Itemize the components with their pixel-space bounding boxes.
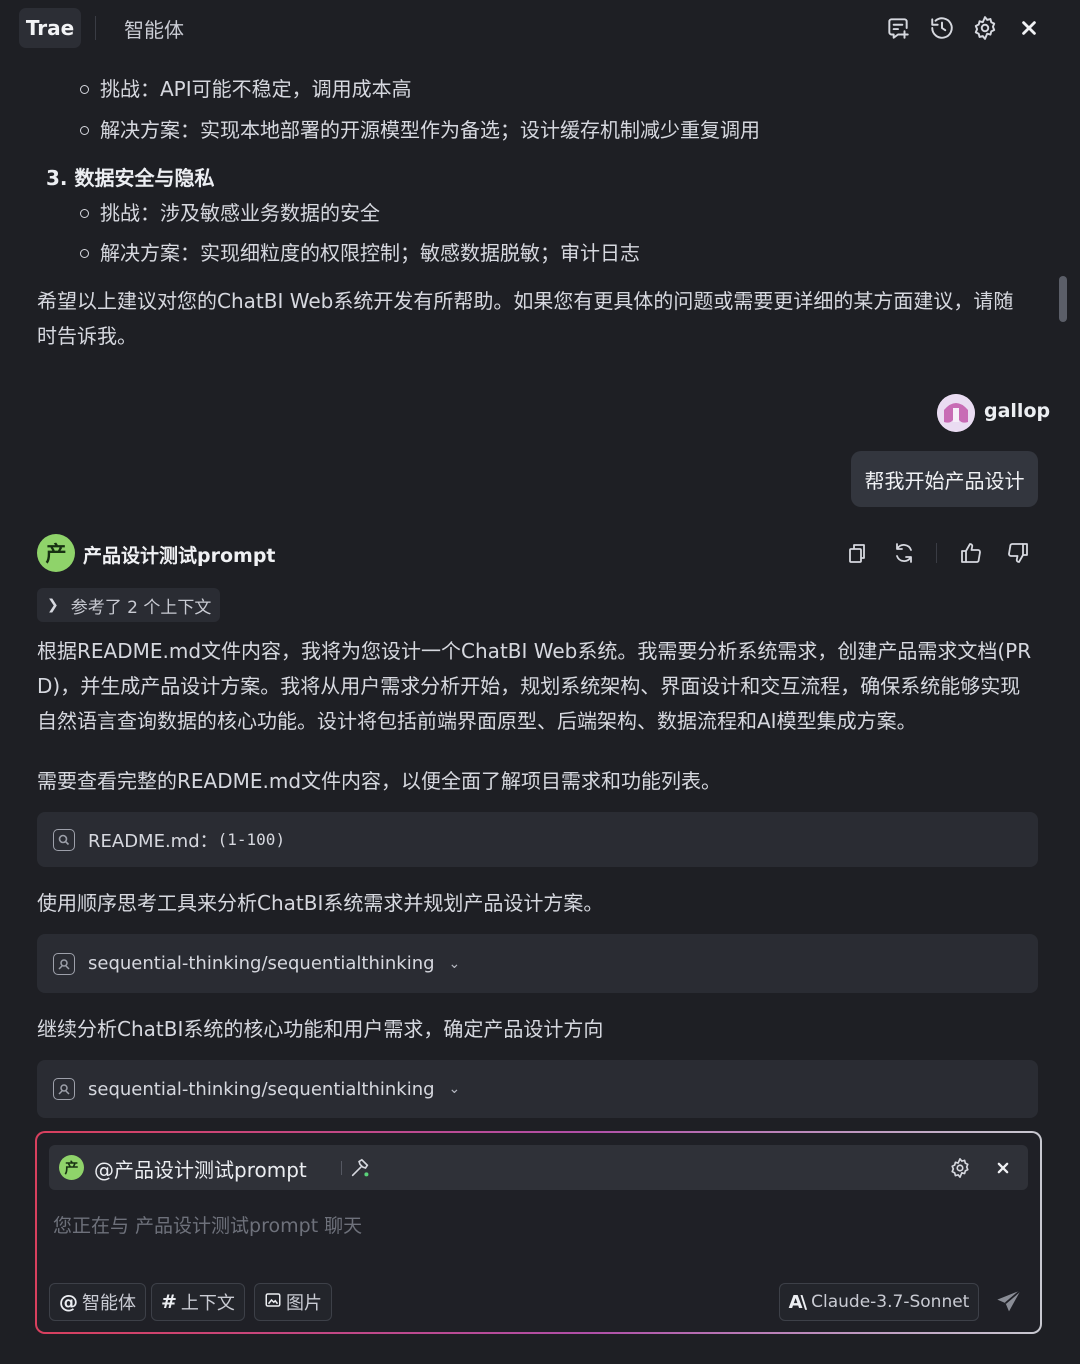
file-name: README.md： (88, 830, 218, 852)
tools-icon[interactable] (347, 1155, 373, 1181)
agent-avatar-small: 产 (59, 1155, 84, 1180)
file-read-block[interactable]: README.md： (1-100) (37, 812, 1038, 867)
item2-challenge: 挑战：API可能不稳定，调用成本高 (100, 77, 412, 101)
scrollbar-thumb[interactable] (1059, 276, 1067, 322)
bullet (80, 126, 89, 135)
search-file-icon (53, 828, 75, 851)
context-reference-label: 参考了 2 个上下文 (70, 597, 212, 618)
tool-call-block[interactable]: sequential-thinking/sequentialthinking ⌄ (37, 934, 1038, 993)
agent-avatar: 产 (37, 534, 75, 572)
regenerate-icon[interactable] (891, 540, 917, 566)
tool-icon (53, 952, 75, 975)
hash-icon: # (161, 1291, 177, 1313)
closing-line-1: 希望以上建议对您的ChatBI Web系统开发有所帮助。如果您有更具体的问题或需… (37, 289, 1014, 313)
context-chip-label: 上下文 (180, 1293, 235, 1314)
image-chip[interactable]: 图片 (254, 1283, 332, 1321)
user-avatar (937, 394, 975, 432)
tab-trae[interactable]: Trae (19, 8, 81, 48)
item2-solution: 解决方案：实现本地部署的开源模型作为备选；设计缓存机制减少重复调用 (100, 118, 760, 142)
agent-chip[interactable]: @ 智能体 (49, 1283, 146, 1321)
chevron-down-icon[interactable]: ⌄ (449, 956, 461, 972)
thumbs-up-icon[interactable] (958, 540, 984, 566)
model-name: Claude-3.7-Sonnet (811, 1292, 970, 1312)
anthropic-logo-icon: A\ (788, 1291, 807, 1313)
bar-divider (341, 1161, 342, 1175)
agent-para2: 需要查看完整的README.md文件内容，以便全面了解项目需求和功能列表。 (37, 769, 722, 793)
tool-call-block[interactable]: sequential-thinking/sequentialthinking ⌄ (37, 1060, 1038, 1118)
file-range: (1-100) (217, 830, 286, 849)
bullet (80, 249, 89, 258)
actions-divider (936, 543, 937, 563)
settings-icon[interactable] (971, 14, 999, 42)
at-icon: @ (59, 1291, 78, 1313)
thumbs-down-icon[interactable] (1005, 540, 1031, 566)
tool-name: sequential-thinking/sequentialthinking (88, 953, 435, 974)
item3-challenge: 挑战：涉及敏感业务数据的安全 (100, 201, 380, 225)
item3-solution: 解决方案：实现细粒度的权限控制；敏感数据脱敏；审计日志 (100, 241, 640, 265)
agent-para4: 继续分析ChatBI系统的核心功能和用户需求，确定产品设计方向 (37, 1017, 604, 1041)
new-chat-icon[interactable] (884, 14, 912, 42)
image-icon (264, 1291, 282, 1314)
tab-agents[interactable]: 智能体 (124, 14, 184, 43)
chat-input[interactable]: 您正在与 产品设计测试prompt 聊天 (53, 1211, 362, 1238)
tool-icon (53, 1078, 75, 1100)
chevron-right-icon: ❯ (47, 597, 59, 613)
item3-title: 3. 数据安全与隐私 (46, 166, 215, 190)
closing-line-2: 时告诉我。 (37, 324, 137, 348)
chat-input-box: 产 @产品设计测试prompt 您正在与 产品设计测试prompt 聊天 @ 智… (35, 1131, 1042, 1334)
send-icon[interactable] (993, 1286, 1025, 1318)
model-selector[interactable]: A\ Claude-3.7-Sonnet (779, 1283, 979, 1321)
selected-agent-bar: 产 @产品设计测试prompt (49, 1145, 1028, 1190)
close-icon[interactable] (1015, 14, 1043, 42)
agent-para3: 使用顺序思考工具来分析ChatBI系统需求并规划产品设计方案。 (37, 891, 604, 915)
user-message-bubble: 帮我开始产品设计 (851, 451, 1038, 507)
context-chip[interactable]: # 上下文 (151, 1283, 245, 1321)
agent-para1-line1: 根据README.md文件内容，我将为您设计一个ChatBI Web系统。我需要… (37, 639, 1032, 663)
top-bar: Trae 智能体 (0, 0, 1080, 58)
image-chip-label: 图片 (286, 1293, 322, 1314)
context-reference-toggle[interactable]: ❯ 参考了 2 个上下文 (37, 588, 220, 622)
agent-para1-line2: D)，并生成产品设计方案。我将从用户需求分析开始，规划系统架构、界面设计和交互流… (37, 674, 1021, 698)
remove-agent-icon[interactable] (990, 1155, 1016, 1181)
tool-name: sequential-thinking/sequentialthinking (88, 1078, 435, 1100)
tab-divider (95, 16, 96, 40)
bullet (80, 209, 89, 218)
copy-icon[interactable] (844, 540, 870, 566)
history-icon[interactable] (928, 14, 956, 42)
agent-name: 产品设计测试prompt (83, 545, 276, 567)
agent-para1-line3: 自然语言查询数据的核心功能。设计将包括前端界面原型、后端架构、数据流程和AI模型… (37, 709, 917, 733)
bullet (80, 85, 89, 94)
agent-mention: @产品设计测试prompt (94, 1158, 307, 1182)
user-name: gallop (984, 400, 1051, 422)
agent-settings-icon[interactable] (947, 1155, 973, 1181)
agent-chip-label: 智能体 (82, 1293, 136, 1314)
chevron-down-icon[interactable]: ⌄ (449, 1081, 461, 1097)
